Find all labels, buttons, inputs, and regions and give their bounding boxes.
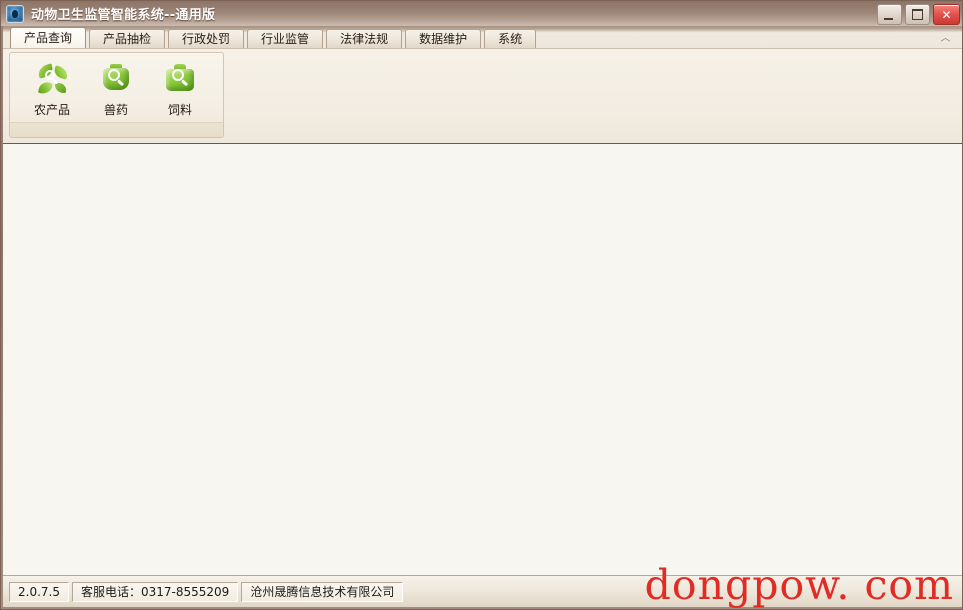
app-shield-icon — [6, 4, 24, 23]
tool-button-veterinary-drug[interactable]: 兽药 — [84, 58, 148, 119]
window-controls: ✕ — [877, 4, 960, 25]
tool-button-label: 兽药 — [103, 103, 128, 117]
chevron-up-icon[interactable]: ︿ — [939, 30, 952, 44]
status-bar: 2.0.7.5 客服电话：0317-8555209 沧州晟腾信息技术有限公司 — [3, 575, 962, 607]
tool-button-label: 农产品 — [33, 103, 70, 117]
tab-administrative-penalty[interactable]: 行政处罚 — [168, 29, 245, 48]
feedbag-search-icon — [163, 63, 197, 95]
maximize-icon — [912, 9, 923, 20]
ribbon: 产品查询 产品抽检 行政处罚 行业监管 法律法规 数据维护 系统 ︿ 农产品 兽… — [3, 26, 962, 143]
ribbon-tab-strip: 产品查询 产品抽检 行政处罚 行业监管 法律法规 数据维护 系统 ︿ — [3, 26, 962, 48]
tab-label: 系统 — [498, 32, 523, 46]
tab-laws-regulations[interactable]: 法律法规 — [326, 29, 403, 48]
tab-label: 产品抽检 — [103, 32, 152, 46]
tab-industry-supervision[interactable]: 行业监管 — [247, 29, 324, 48]
maximize-button[interactable] — [905, 4, 930, 25]
close-icon: ✕ — [941, 7, 952, 22]
tool-button-feed[interactable]: 饲料 — [148, 58, 212, 119]
tab-label: 法律法规 — [340, 32, 389, 46]
application-window: 动物卫生监管智能系统--通用版 ✕ 产品查询 产品抽检 行政处罚 行业监管 法律… — [0, 0, 963, 610]
tab-data-maintenance[interactable]: 数据维护 — [405, 29, 482, 48]
status-version: 2.0.7.5 — [9, 581, 69, 602]
tab-label: 行业监管 — [261, 32, 310, 46]
tool-button-label: 饲料 — [167, 103, 192, 117]
tab-product-sampling[interactable]: 产品抽检 — [89, 29, 166, 48]
magnifier-icon — [45, 70, 59, 85]
status-support-phone: 客服电话：0317-8555209 — [71, 581, 239, 602]
tab-label: 产品查询 — [24, 31, 73, 45]
status-company: 沧州晟腾信息技术有限公司 — [241, 581, 404, 602]
tab-system[interactable]: 系统 — [484, 29, 537, 48]
close-button[interactable]: ✕ — [933, 4, 960, 25]
tool-button-agricultural-product[interactable]: 农产品 — [20, 58, 84, 119]
ribbon-group-footer — [10, 122, 223, 137]
magnifier-icon — [108, 69, 125, 87]
bottle-search-icon — [99, 63, 133, 95]
minimize-icon — [884, 18, 893, 20]
tab-label: 行政处罚 — [182, 32, 231, 46]
ribbon-group-product-query: 农产品 兽药 饲料 — [9, 52, 224, 138]
leaf-search-icon — [35, 63, 70, 96]
main-content-area — [3, 143, 962, 575]
magnifier-icon — [172, 69, 189, 87]
title-bar: 动物卫生监管智能系统--通用版 ✕ — [1, 1, 962, 26]
window-title: 动物卫生监管智能系统--通用版 — [31, 8, 216, 23]
tab-label: 数据维护 — [419, 32, 468, 46]
minimize-button[interactable] — [877, 4, 902, 25]
tab-product-query[interactable]: 产品查询 — [10, 27, 87, 48]
ribbon-body: 农产品 兽药 饲料 — [3, 48, 962, 143]
